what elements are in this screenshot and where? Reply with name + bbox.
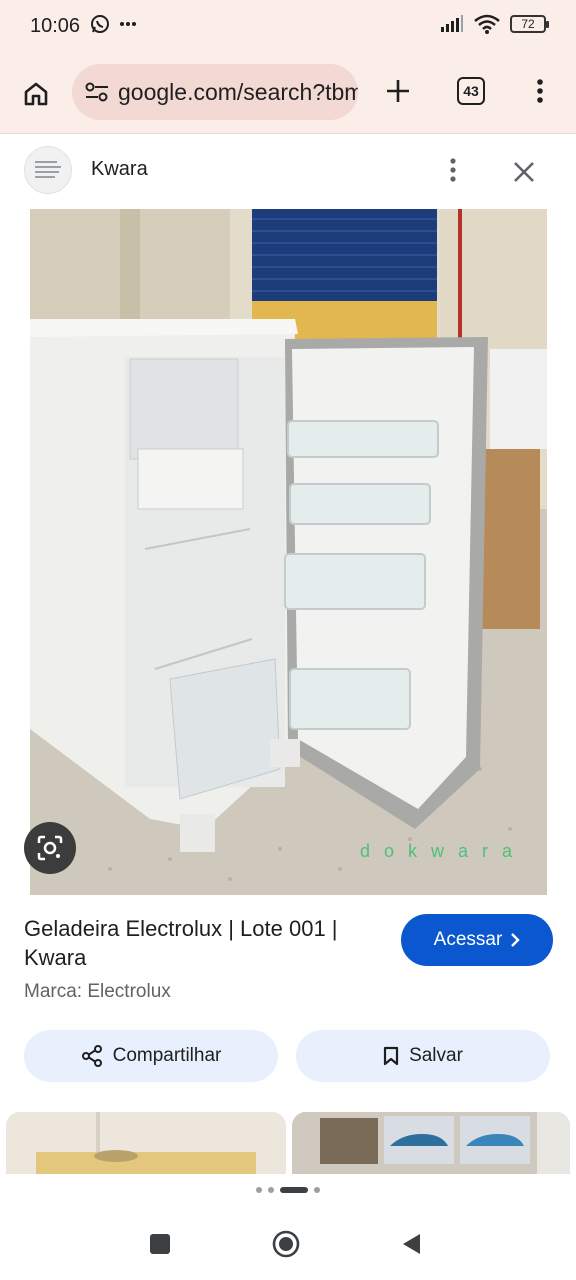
url-text[interactable]: google.com/search?tbm=isch [118,79,358,106]
source-name[interactable]: Kwara [91,158,148,181]
visit-button[interactable]: Acessar [401,914,553,966]
source-header: Kwara [0,134,576,208]
result-title[interactable]: Geladeira Electrolux | Lote 001 | Kwara [24,914,374,972]
more-vert-icon [450,158,456,182]
related-image-fridge [6,1112,286,1174]
bookmark-icon [383,1046,399,1066]
menu-icon [537,79,543,103]
wifi-icon [474,14,500,34]
related-image-thumbnail[interactable] [6,1112,286,1174]
signal-icon [441,15,463,32]
tab-count: 43 [463,83,479,99]
chevron-right-icon [511,933,521,947]
browser-toolbar: google.com/search?tbm=isch 43 [0,56,576,134]
status-system-icons: 72 [440,14,549,34]
image-watermark: dokwara [360,841,526,861]
image-preview-sheet: Kwara dokwara Geladeira Electrolux | Lot… [0,134,576,1174]
save-label: Salvar [409,1045,463,1066]
refrigerator-photo: dokwara [30,209,547,895]
share-button[interactable]: Compartilhar [24,1030,278,1082]
status-notifications [90,14,138,34]
new-tab-button[interactable] [380,73,416,109]
home-icon [24,82,48,106]
tune-icon[interactable] [84,79,110,105]
recent-apps-button[interactable] [150,1234,170,1254]
pagination-dot[interactable] [256,1187,262,1193]
lens-search-button[interactable] [24,822,76,874]
related-image-thumbnail[interactable] [292,1112,570,1174]
address-bar[interactable]: google.com/search?tbm=isch [72,64,358,120]
save-button[interactable]: Salvar [296,1030,550,1082]
browser-menu-button[interactable] [528,73,552,109]
related-image-cars [292,1112,570,1174]
share-icon [81,1045,102,1067]
plus-icon [387,80,409,102]
home-nav-button[interactable] [272,1230,300,1258]
pagination-dot[interactable] [268,1187,274,1193]
close-button[interactable] [508,156,540,188]
visit-label: Acessar [433,929,503,950]
status-time: 10:06 [30,15,81,37]
pagination-dot-active[interactable] [280,1187,308,1193]
whatsapp-icon [91,15,109,33]
pagination-dots [0,1187,576,1193]
bottom-navigation [0,1174,576,1280]
close-icon [514,162,534,182]
status-bar: 10:06 72 [0,0,576,56]
result-brand: Marca: Electrolux [24,981,171,1002]
battery-icon: 72 [510,15,549,33]
more-options-button[interactable] [442,156,464,184]
home-button[interactable] [18,76,54,112]
source-favicon[interactable] [24,146,72,194]
result-image[interactable]: dokwara [30,209,547,895]
tab-switcher-button[interactable]: 43 [457,77,485,105]
pagination-dot[interactable] [314,1187,320,1193]
more-icon [120,22,136,26]
share-label: Compartilhar [112,1045,222,1066]
back-button[interactable] [400,1232,422,1256]
battery-level: 72 [521,17,535,31]
page-content: Kwara dokwara Geladeira Electrolux | Lot… [0,134,576,1174]
lens-icon [37,835,63,861]
